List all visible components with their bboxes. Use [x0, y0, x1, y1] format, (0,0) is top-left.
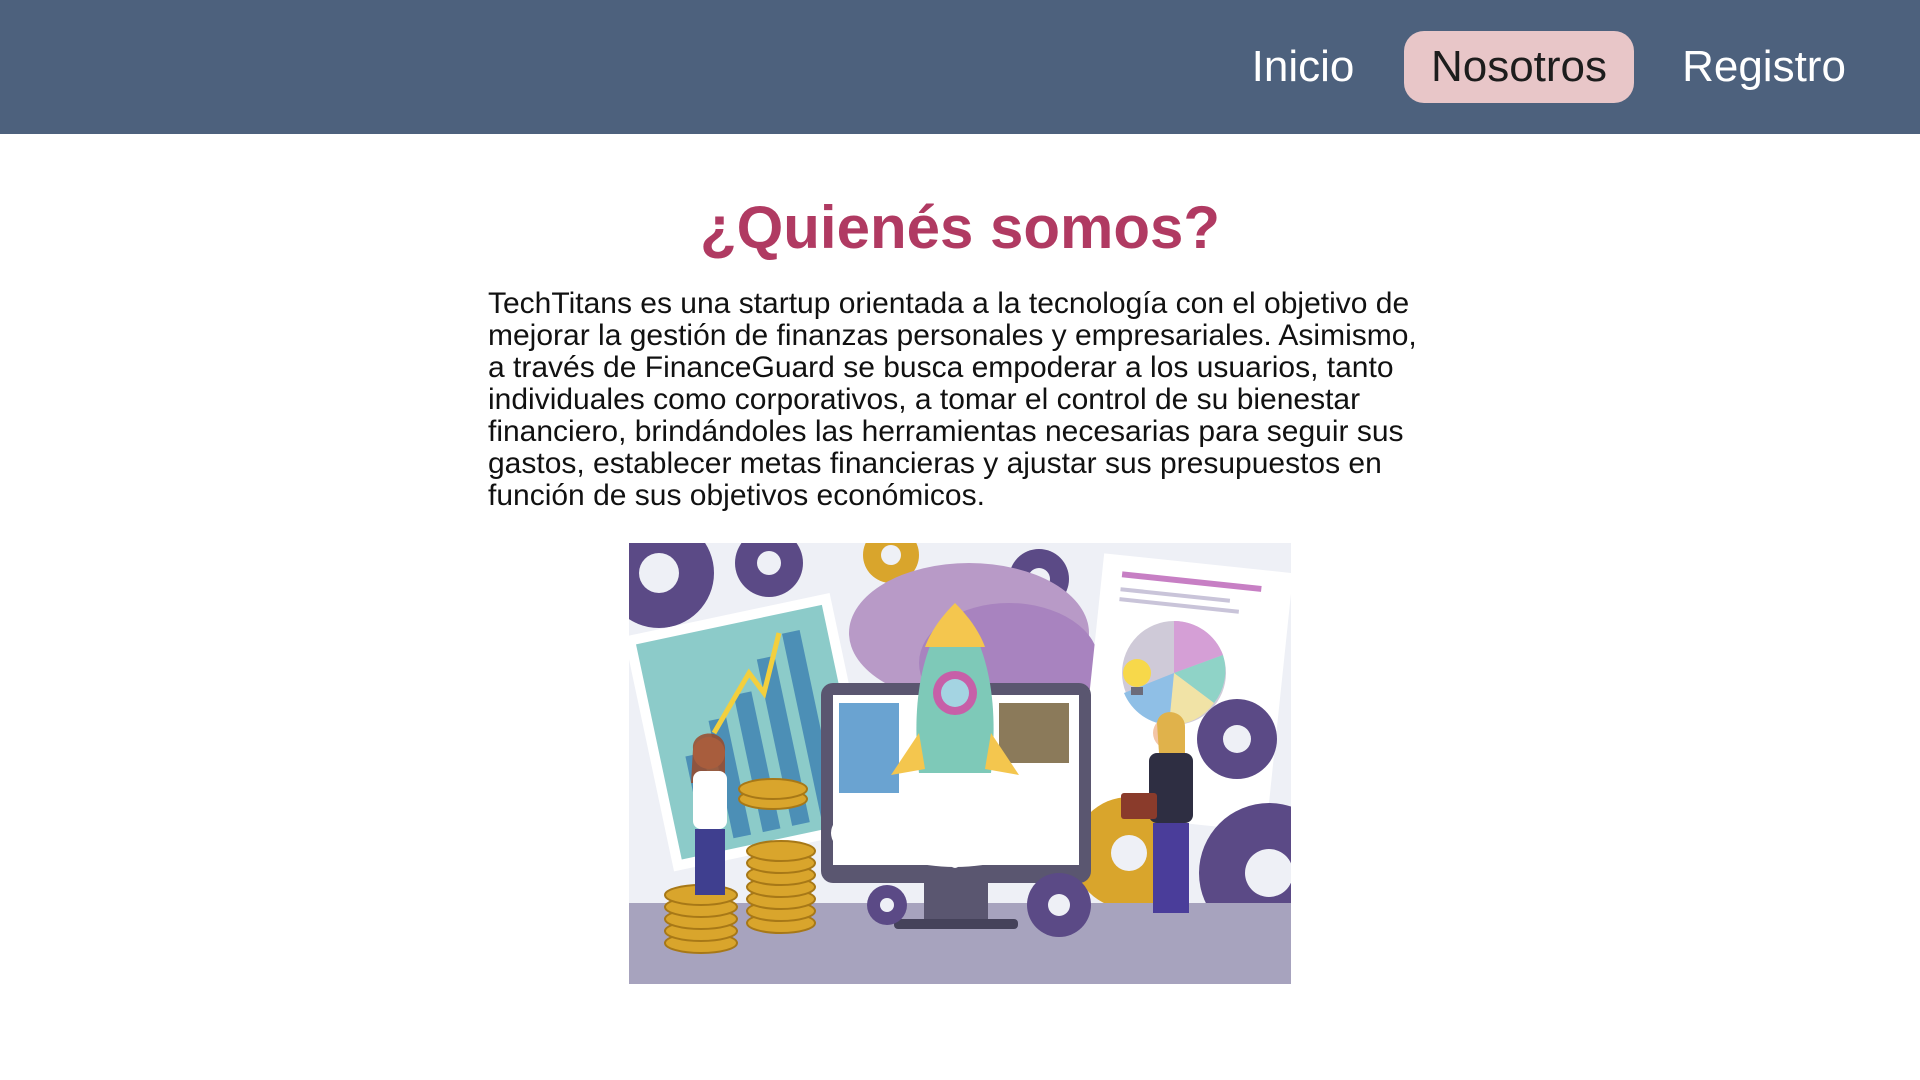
nav-link-registro[interactable]: Registro [1676, 31, 1852, 103]
nav-link-inicio[interactable]: Inicio [1240, 31, 1366, 103]
nav-link-nosotros[interactable]: Nosotros [1404, 31, 1634, 103]
top-navbar: Inicio Nosotros Registro [0, 0, 1920, 134]
about-paragraph: TechTitans es una startup orientada a la… [488, 287, 1417, 512]
hero-illustration [629, 543, 1291, 984]
page-title: ¿Quienés somos? [699, 194, 1221, 261]
